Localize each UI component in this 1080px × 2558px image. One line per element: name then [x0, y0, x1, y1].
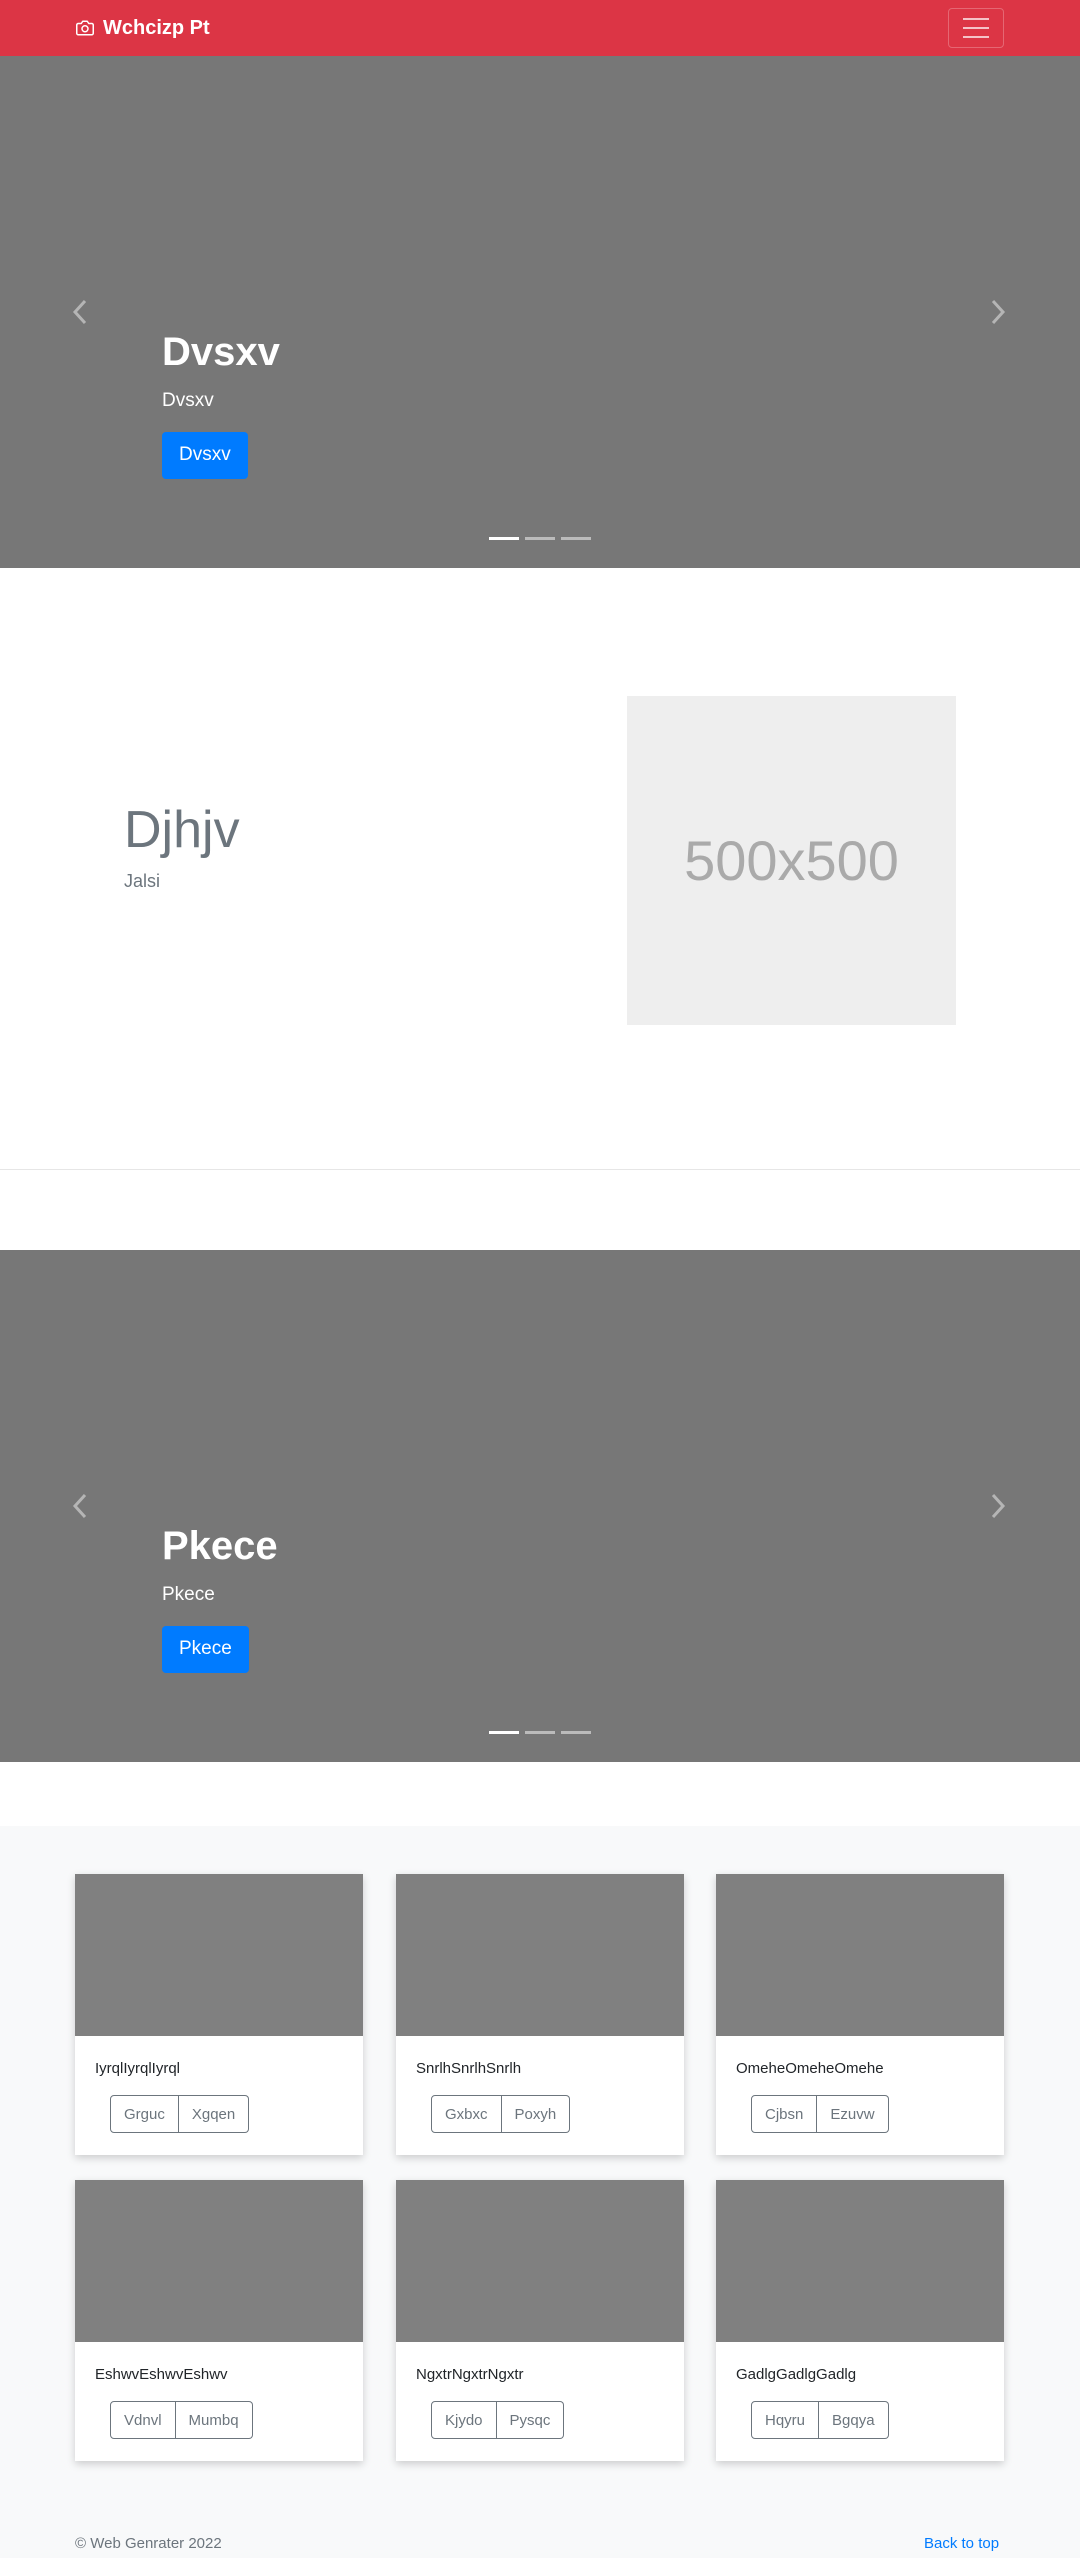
- card-button-group: Kjydo Pysqc: [431, 2401, 565, 2439]
- chevron-left-icon[interactable]: [70, 1492, 90, 1520]
- card-button-group: Gxbxc Poxyh: [431, 2095, 571, 2133]
- album-card: EshwvEshwvEshwv Vdnvl Mumbq: [75, 2180, 363, 2461]
- card-button-1[interactable]: Cjbsn: [751, 2095, 818, 2133]
- footer-copyright: © Web Genrater 2022: [75, 2535, 222, 2552]
- card-text: EshwvEshwvEshwv: [95, 2366, 228, 2383]
- card-button-2[interactable]: Ezuvw: [817, 2095, 889, 2133]
- carousel-indicators: [489, 537, 591, 540]
- card-thumbnail: [75, 1874, 363, 2036]
- card-button-1[interactable]: Kjydo: [431, 2401, 497, 2439]
- brand-link[interactable]: Wchcizp Pt: [75, 15, 210, 41]
- card-thumbnail: [716, 2180, 1004, 2342]
- card-button-group: Grguc Xgqen: [110, 2095, 250, 2133]
- carousel-caption: Pkece Pkece Pkece: [162, 1522, 278, 1673]
- carousel-heading: Dvsxv: [162, 330, 280, 374]
- camera-icon: [76, 20, 94, 36]
- carousel-subtext: Dvsxv: [162, 390, 214, 411]
- card-thumbnail: [396, 2180, 684, 2342]
- card-button-group: Vdnvl Mumbq: [110, 2401, 253, 2439]
- carousel-subtext: Pkece: [162, 1584, 215, 1605]
- indicator-2[interactable]: [525, 537, 555, 540]
- placeholder-image: 500x500: [627, 696, 956, 1025]
- feature-heading: Djhjv: [124, 801, 240, 859]
- navbar: Wchcizp Pt: [0, 0, 1080, 56]
- card-button-1[interactable]: Grguc: [110, 2095, 179, 2133]
- hero-carousel: Dvsxv Dvsxv Dvsxv: [0, 56, 1080, 568]
- indicator-2[interactable]: [525, 1731, 555, 1734]
- indicator-3[interactable]: [561, 537, 591, 540]
- card-button-1[interactable]: Hqyru: [751, 2401, 820, 2439]
- card-button-group: Hqyru Bgqya: [751, 2401, 889, 2439]
- card-button-group: Cjbsn Ezuvw: [751, 2095, 889, 2133]
- indicator-3[interactable]: [561, 1731, 591, 1734]
- carousel-caption: Dvsxv Dvsxv Dvsxv: [162, 328, 280, 479]
- card-button-2[interactable]: Pysqc: [496, 2401, 565, 2439]
- album-card: GadlgGadlgGadlg Hqyru Bgqya: [716, 2180, 1004, 2461]
- card-thumbnail: [75, 2180, 363, 2342]
- back-to-top-link[interactable]: Back to top: [924, 2535, 999, 2552]
- carousel-cta-button[interactable]: Pkece: [162, 1626, 249, 1673]
- secondary-carousel: Pkece Pkece Pkece: [0, 1250, 1080, 1762]
- chevron-right-icon[interactable]: [988, 298, 1008, 326]
- carousel-heading: Pkece: [162, 1524, 278, 1568]
- album-card: IyrqlIyrqlIyrql Grguc Xgqen: [75, 1874, 363, 2155]
- card-button-2[interactable]: Poxyh: [501, 2095, 571, 2133]
- card-text: GadlgGadlgGadlg: [736, 2366, 857, 2383]
- card-thumbnail: [716, 1874, 1004, 2036]
- album-section: IyrqlIyrqlIyrql Grguc Xgqen SnrlhSnrlhSn…: [0, 1826, 1080, 2558]
- card-button-2[interactable]: Mumbq: [175, 2401, 253, 2439]
- card-text: SnrlhSnrlhSnrlh: [416, 2060, 522, 2077]
- card-button-1[interactable]: Gxbxc: [431, 2095, 502, 2133]
- card-button-2[interactable]: Bgqya: [819, 2401, 889, 2439]
- placeholder-label: 500x500: [684, 829, 899, 892]
- album-card: NgxtrNgxtrNgxtr Kjydo Pysqc: [396, 2180, 684, 2461]
- indicator-1[interactable]: [489, 1731, 519, 1734]
- hamburger-icon: [963, 18, 989, 20]
- brand-name: Wchcizp Pt: [103, 16, 210, 39]
- menu-toggle-button[interactable]: [948, 8, 1004, 48]
- card-button-2[interactable]: Xgqen: [178, 2095, 250, 2133]
- indicator-1[interactable]: [489, 537, 519, 540]
- album-card: OmeheOmeheOmehe Cjbsn Ezuvw: [716, 1874, 1004, 2155]
- album-card: SnrlhSnrlhSnrlh Gxbxc Poxyh: [396, 1874, 684, 2155]
- carousel-cta-button[interactable]: Dvsxv: [162, 432, 248, 479]
- card-thumbnail: [396, 1874, 684, 2036]
- chevron-right-icon[interactable]: [988, 1492, 1008, 1520]
- card-text: NgxtrNgxtrNgxtr: [416, 2366, 524, 2383]
- card-text: IyrqlIyrqlIyrql: [95, 2060, 181, 2077]
- chevron-left-icon[interactable]: [70, 298, 90, 326]
- carousel-indicators: [489, 1731, 591, 1734]
- divider: [0, 1169, 1080, 1170]
- card-text: OmeheOmeheOmehe: [736, 2060, 884, 2077]
- feature-subheading: Jalsi: [124, 871, 161, 891]
- card-button-1[interactable]: Vdnvl: [110, 2401, 176, 2439]
